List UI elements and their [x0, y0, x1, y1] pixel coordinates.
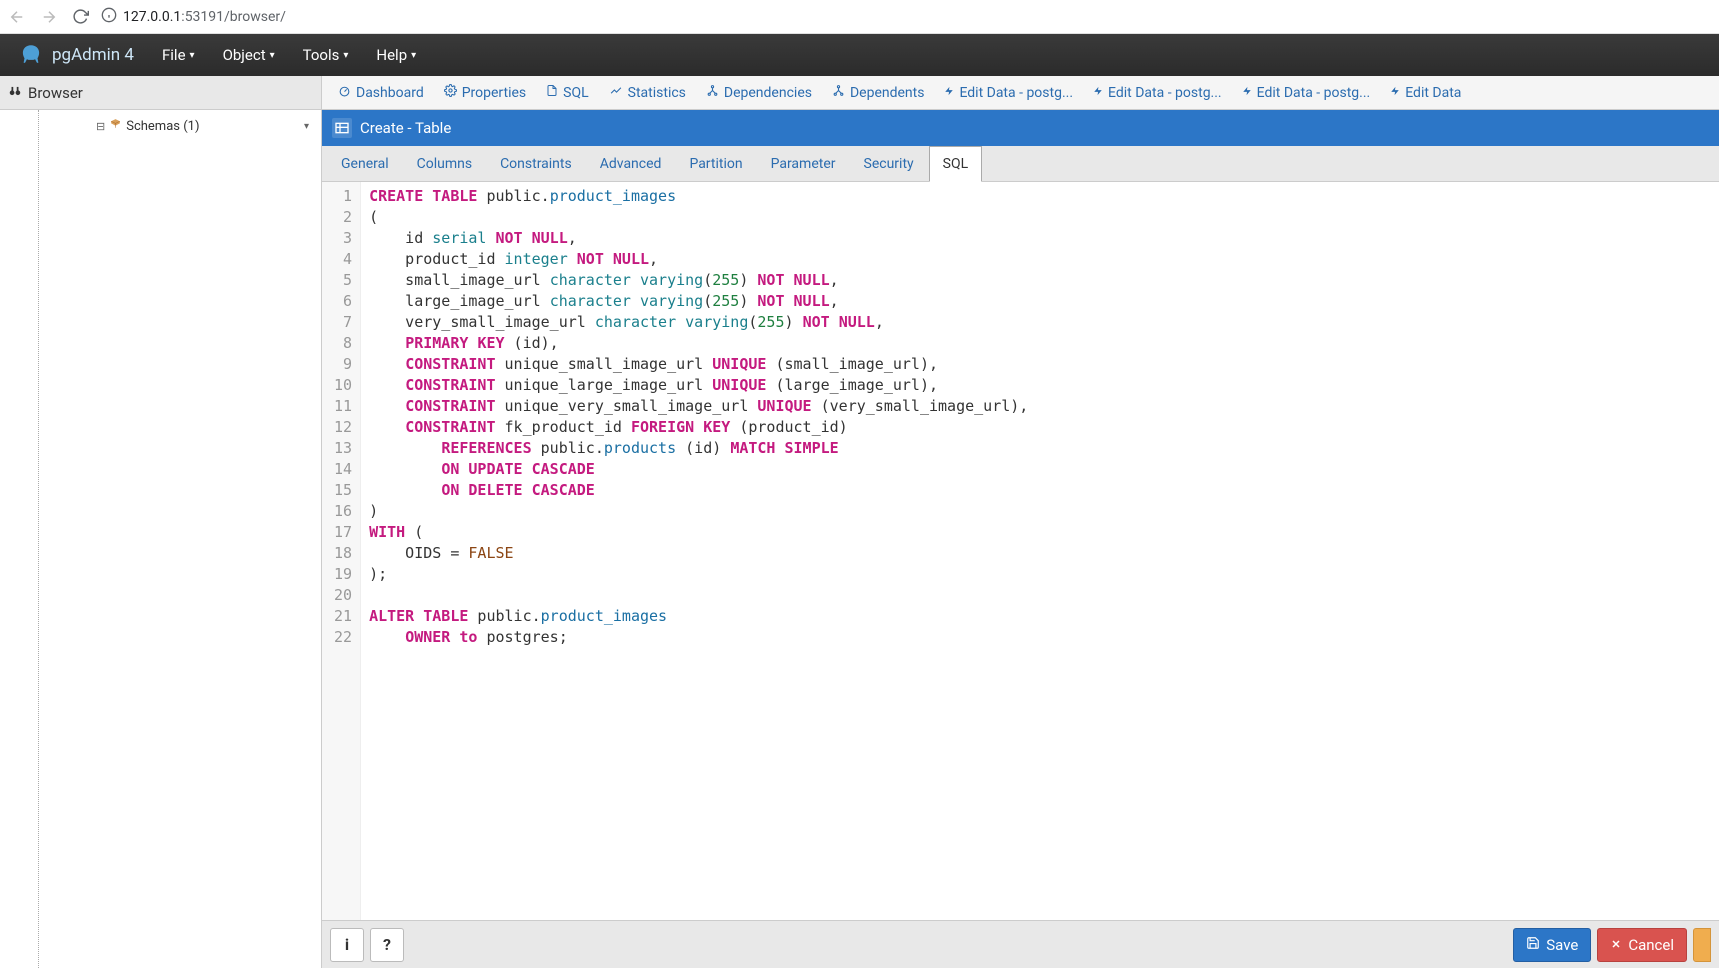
dialog-tab-parameter[interactable]: Parameter [758, 146, 849, 181]
menu-help[interactable]: Help▾ [376, 46, 416, 64]
tab-dependencies[interactable]: Dependencies [696, 76, 822, 109]
menu-tools[interactable]: Tools▾ [303, 46, 349, 64]
dialog-tab-general[interactable]: General [328, 146, 402, 181]
line-gutter: 12345678910111213141516171819202122 [322, 182, 361, 920]
tab-edit-data-postg-[interactable]: Edit Data - postg... [1083, 76, 1232, 109]
pgadmin-logo[interactable]: pgAdmin 4 [18, 42, 134, 68]
sql-code-area[interactable]: CREATE TABLE public.product_images( id s… [361, 182, 1036, 920]
cogs-icon [444, 84, 457, 101]
tab-edit-data-postg-[interactable]: Edit Data - postg... [1232, 76, 1381, 109]
help-button[interactable]: ? [370, 928, 404, 962]
dialog-title-text: Create - Table [360, 119, 451, 137]
pgadmin-menubar: pgAdmin 4 File▾ Object▾ Tools▾ Help▾ [0, 34, 1719, 76]
binoculars-icon [8, 84, 22, 102]
tree-node-label: Schemas (1) [126, 119, 199, 134]
dialog-tab-constraints[interactable]: Constraints [487, 146, 585, 181]
dialog-tab-columns[interactable]: Columns [404, 146, 485, 181]
back-icon[interactable] [8, 8, 26, 26]
dialog-footer: i ? Save Cancel [322, 920, 1719, 968]
browser-sidebar: Browser ⊟ Schemas (1) ▾ [0, 76, 322, 968]
elephant-icon [18, 42, 44, 68]
tab-properties[interactable]: Properties [434, 76, 536, 109]
save-icon [1526, 936, 1540, 954]
schema-icon [109, 118, 122, 135]
brand-text: pgAdmin 4 [52, 45, 134, 65]
tab-edit-data-postg-[interactable]: Edit Data - postg... [934, 76, 1083, 109]
bolt-icon [944, 84, 954, 102]
url-bar[interactable]: 127.0.0.1:53191/browser/ [123, 9, 286, 25]
dialog-tab-advanced[interactable]: Advanced [587, 146, 675, 181]
dialog-tab-partition[interactable]: Partition [676, 146, 755, 181]
cancel-button[interactable]: Cancel [1597, 928, 1687, 962]
link-icon [832, 84, 845, 101]
chart-icon [609, 84, 623, 101]
dialog-tab-sql[interactable]: SQL [929, 146, 982, 182]
object-tree[interactable]: ⊟ Schemas (1) ▾ [0, 110, 321, 968]
dialog-tabstrip: GeneralColumnsConstraintsAdvancedPartiti… [322, 146, 1719, 182]
chevron-down-icon: ▾ [190, 50, 195, 61]
chevron-down-icon: ▾ [270, 50, 275, 61]
dialog-tab-security[interactable]: Security [851, 146, 927, 181]
info-button[interactable]: i [330, 928, 364, 962]
browser-panel-header[interactable]: Browser [0, 76, 321, 110]
reload-icon[interactable] [72, 8, 89, 25]
close-icon [1610, 936, 1622, 954]
main-tabstrip: DashboardPropertiesSQLStatisticsDependen… [322, 76, 1719, 110]
bolt-icon [1390, 84, 1400, 102]
link-icon [706, 84, 719, 101]
bolt-icon [1093, 84, 1103, 102]
forward-icon[interactable] [40, 8, 58, 26]
tab-dependents[interactable]: Dependents [822, 76, 934, 109]
bolt-icon [1242, 84, 1252, 102]
tab-edit-data[interactable]: Edit Data [1380, 76, 1471, 109]
reset-button[interactable] [1693, 928, 1711, 962]
sql-editor[interactable]: 12345678910111213141516171819202122 CREA… [322, 182, 1719, 920]
file-icon [546, 84, 558, 101]
main-area: DashboardPropertiesSQLStatisticsDependen… [322, 76, 1719, 968]
browser-chrome: 127.0.0.1:53191/browser/ [0, 0, 1719, 34]
tree-collapse-icon[interactable]: ⊟ [96, 120, 105, 133]
chevron-down-icon: ▾ [411, 50, 416, 61]
chevron-down-icon[interactable]: ▾ [304, 121, 309, 132]
dialog-titlebar[interactable]: Create - Table [322, 110, 1719, 146]
tab-statistics[interactable]: Statistics [599, 76, 696, 109]
browser-panel-title: Browser [28, 84, 83, 102]
dashboard-icon [338, 84, 351, 101]
tree-node-schemas[interactable]: ⊟ Schemas (1) ▾ [0, 116, 321, 137]
chevron-down-icon: ▾ [343, 50, 348, 61]
menu-file[interactable]: File▾ [162, 46, 195, 64]
table-icon [332, 118, 352, 138]
tab-sql[interactable]: SQL [536, 76, 598, 109]
menu-object[interactable]: Object▾ [223, 46, 275, 64]
save-button[interactable]: Save [1513, 928, 1591, 962]
create-table-dialog: Create - Table GeneralColumnsConstraints… [322, 110, 1719, 968]
tab-dashboard[interactable]: Dashboard [328, 76, 434, 109]
info-icon[interactable] [101, 7, 117, 27]
